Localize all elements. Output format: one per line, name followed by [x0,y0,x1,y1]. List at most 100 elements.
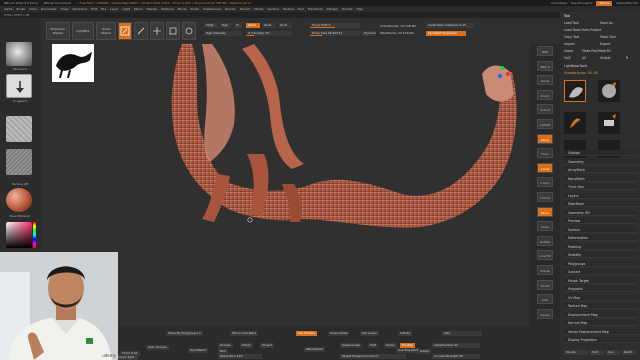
brush-thumbnail[interactable] [6,42,32,66]
quicksave-button[interactable]: QuickSave [551,1,567,5]
texture-thumbnail[interactable] [6,149,32,175]
del-lower-button[interactable]: Del Lower [360,331,379,336]
tool-thumb-eraser-brush[interactable] [598,112,620,134]
calibration-distance-slider[interactable]: Calibration Distance 0.25 [426,23,474,28]
keep-groups-button[interactable]: KeepGroups [340,343,363,348]
tool-thumb-unwrap[interactable] [564,80,586,102]
menu-light[interactable]: Light [122,7,130,11]
shelf-rotate-button[interactable]: Rotate [537,235,553,246]
rgb-intensity-slider[interactable]: Rgb Intensity [204,31,242,36]
zcut-button[interactable]: Zcut [278,23,292,28]
size-slider[interactable]: Size [442,331,482,336]
menu-draw[interactable]: Draw [61,7,69,11]
curves-strength-slider[interactable]: Curves Strength 50 [432,354,480,359]
shelf-zoom-button[interactable]: Zoom [537,89,553,100]
subpalette-vector-displacement-map[interactable]: Vector Displacement Map [564,328,638,335]
menu-zscript[interactable]: Zscript [342,7,352,11]
dynamic-button[interactable]: Dynamic [362,31,376,36]
save-as-button[interactable]: Save As [600,21,613,25]
mask-by-polygroups-slider[interactable]: Mask By Polygroups 0 [166,331,203,336]
zsub-button[interactable]: Zsub [262,23,276,28]
subpalette-contact[interactable]: Contact [564,269,638,275]
shelf-xpose-button[interactable]: Xpose [537,308,553,319]
menu-brush[interactable]: Brush [17,7,26,11]
see-through-slider[interactable]: See-through 0 [571,1,592,5]
zadd-button[interactable]: Zadd [246,23,260,28]
lightbox-button[interactable]: LightBox [72,22,94,40]
shelf-spix-3-button[interactable]: SPix 3 [537,60,553,71]
resolution-slider[interactable]: Resolution 128 [218,354,262,359]
m-button[interactable]: M [234,23,242,28]
all-button[interactable]: All [582,56,586,60]
edit-button[interactable] [118,22,132,40]
import-button[interactable]: Import [564,42,575,46]
subpalette-preview[interactable]: Preview [564,218,638,224]
copy-tool-button[interactable]: Copy Tool [564,35,579,39]
color-picker[interactable] [6,222,32,248]
move-button[interactable] [150,22,164,40]
menu-zplugin[interactable]: Zplugin [327,7,338,11]
smt-button[interactable]: Smt [590,350,604,355]
menu-color[interactable]: Color [29,7,37,11]
subpalette-masking[interactable]: Masking [564,243,638,250]
half-button[interactable]: Half [368,343,378,348]
subpalette-normal-map[interactable]: Normal Map [564,320,638,326]
shelf-bpr-button[interactable]: BPR [537,46,553,56]
subpalette-display-properties[interactable]: Display Properties [564,337,638,343]
menu-marker[interactable]: Marker [147,7,157,11]
subpalette-fibermesh[interactable]: FiberMesh [564,201,638,207]
subpalette-texture-map[interactable]: Texture Map [564,303,638,309]
rotate-button[interactable] [182,22,196,40]
gizmo-green-axis[interactable] [500,66,504,70]
zremesher-button[interactable]: ZRemesher [304,347,326,352]
menu-material[interactable]: Material [161,7,173,11]
focal-shift-slider[interactable]: Focal Shift 0 [310,23,360,28]
shelf-solo-button[interactable]: Solo [537,294,553,305]
auto-groups-button[interactable]: Auto Groups [146,345,169,350]
same-button[interactable]: Same [384,343,397,348]
quick-sketch-button[interactable]: Quick Sketch [96,22,116,40]
tool-thumb-sphere-brush[interactable] [598,80,620,102]
menu-texture[interactable]: Texture [283,7,294,11]
shelf-aahalf-button[interactable]: AAHalf [537,119,553,129]
shelf-actual-button[interactable]: Actual [537,104,553,115]
subpalette-deformation[interactable]: Deformation [564,235,638,241]
visible-button[interactable]: Visible [600,56,610,60]
subpalette-geometry[interactable]: Geometry [564,158,638,165]
subpalette-visibility[interactable]: Visibility [564,252,638,258]
menu-stroke[interactable]: Stroke [254,7,264,11]
goz-button[interactable]: GoZ [564,56,571,60]
paste-tool-button[interactable]: Paste Tool [600,35,616,39]
menu-movie[interactable]: Movie [178,7,187,11]
suv-button[interactable]: Suv [606,350,620,355]
shelf-ghost-button[interactable]: Ghost [537,279,553,290]
subpalette-uv-map[interactable]: UV Map [564,294,638,301]
rgb-button[interactable]: Rgb [220,23,232,28]
del-hidden-button[interactable]: Del Hidden [296,331,317,336]
menu-picker[interactable]: Picker [191,7,200,11]
scale-button[interactable] [166,22,180,40]
groups-button[interactable]: Groups [218,343,233,348]
divide-button[interactable]: Divide [564,350,588,355]
subpalette-polygroups[interactable]: Polygroups [564,260,638,267]
menu-file[interactable]: File [101,7,106,11]
alpha-thumbnail[interactable] [6,116,32,142]
subpalette-displacement-map[interactable]: Displacement Map [564,311,638,318]
draw-button[interactable] [134,22,148,40]
draw-size-slider[interactable]: Draw Size 96.82372 [310,31,360,36]
tool-thumb-simple-brush[interactable] [564,112,586,134]
subpalette-polypaint[interactable]: Polypaint [564,286,638,292]
gizmo-red-axis[interactable] [506,72,510,76]
shelf-l-sym-button[interactable]: L.Sym [537,177,553,188]
stroke-thumbnail[interactable] [6,74,32,98]
projection-master-button[interactable]: Projection Master [46,22,70,40]
subpalette-nanomesh[interactable]: NanoMesh [564,175,638,182]
menu-layer[interactable]: Layer [110,7,118,11]
use-polypaint-button[interactable]: Use Polypaint [396,348,421,353]
shelf-line-fill-polyf-button[interactable]: Line Fill PolyF [537,250,553,268]
menu-surface[interactable]: Surface [268,7,279,11]
menu-macro[interactable]: Macro [134,7,143,11]
lightbox-tools-button[interactable]: Lightbox▸Tools [564,64,587,68]
shelf-floor-button[interactable]: Floor [537,148,553,159]
gizmo-blue-axis[interactable] [498,74,502,78]
